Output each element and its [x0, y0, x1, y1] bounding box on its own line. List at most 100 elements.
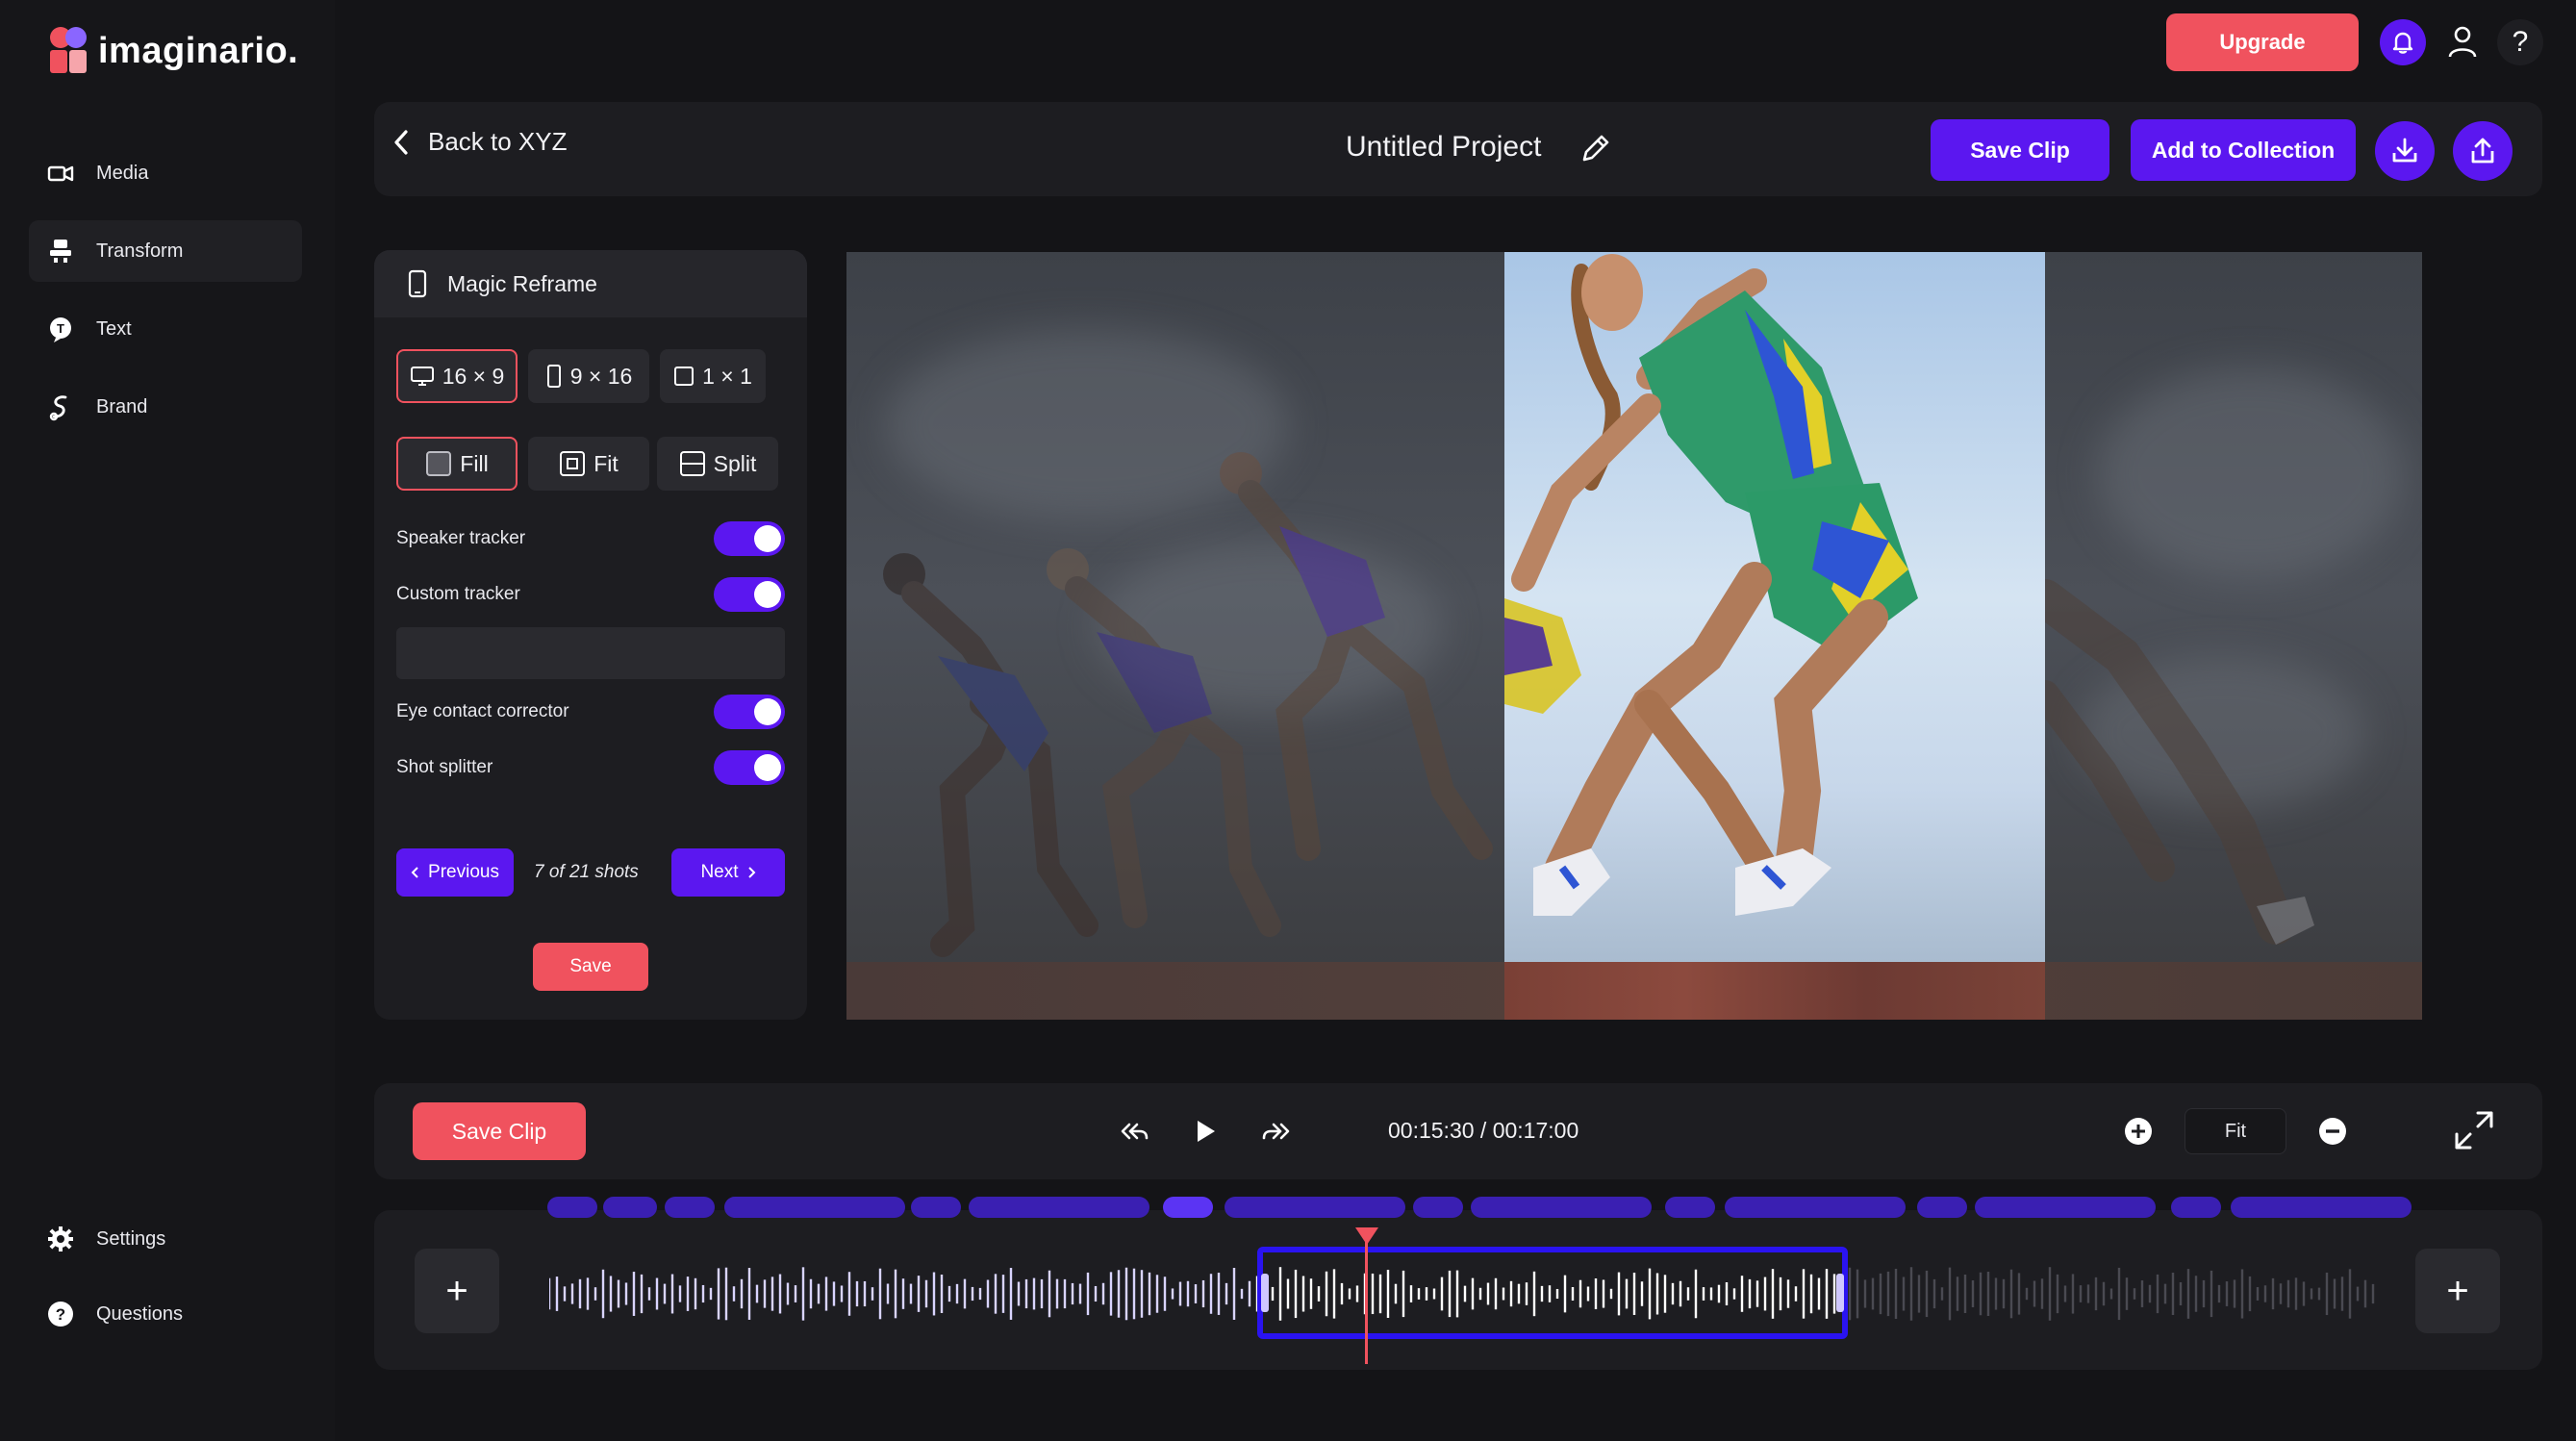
bell-icon	[2392, 32, 2413, 54]
mode-fill-option[interactable]: Fill	[396, 437, 518, 491]
download-icon	[2392, 138, 2417, 163]
chevron-left-icon	[411, 867, 418, 878]
previous-label: Previous	[428, 862, 499, 882]
shot-segment[interactable]	[1665, 1197, 1715, 1218]
eye-contact-row: Eye contact corrector	[396, 695, 785, 729]
logo[interactable]: imaginario.	[48, 25, 298, 77]
sidebar-item-media[interactable]: Media	[29, 142, 302, 204]
account-button[interactable]	[2443, 19, 2482, 65]
aspect-label: 16 × 9	[442, 363, 505, 389]
shot-splitter-toggle[interactable]	[714, 750, 785, 785]
forward-button[interactable]	[1257, 1112, 1296, 1150]
sidebar-item-questions[interactable]: ? Questions	[29, 1283, 302, 1345]
save-clip-secondary-button[interactable]: Save Clip	[413, 1102, 586, 1160]
help-button[interactable]: ?	[2497, 19, 2543, 65]
runners-image-left	[883, 452, 1493, 957]
eye-contact-toggle[interactable]	[714, 695, 785, 729]
aspect-9x16-option[interactable]: 9 × 16	[528, 349, 649, 403]
sidebar-item-label: Media	[96, 162, 149, 184]
custom-tracker-input[interactable]	[396, 627, 785, 679]
split-icon	[679, 451, 705, 476]
upgrade-button[interactable]: Upgrade	[2166, 13, 2359, 71]
shot-segment[interactable]	[724, 1197, 905, 1218]
expand-icon	[2455, 1111, 2493, 1150]
fullscreen-button[interactable]	[2448, 1104, 2500, 1156]
sidebar-item-settings[interactable]: Settings	[29, 1208, 302, 1270]
download-button[interactable]	[2375, 121, 2435, 181]
next-shot-button[interactable]: Next	[671, 848, 785, 897]
mode-split-option[interactable]: Split	[657, 437, 778, 491]
add-clip-start-button[interactable]: +	[415, 1249, 499, 1333]
toggle-label: Custom tracker	[396, 584, 520, 604]
fill-icon	[426, 451, 452, 476]
transform-icon	[50, 240, 71, 263]
custom-tracker-toggle[interactable]	[714, 577, 785, 612]
panel-header: Magic Reframe	[374, 250, 807, 317]
zoom-fit-button[interactable]: Fit	[2185, 1108, 2286, 1154]
aspect-1x1-option[interactable]: 1 × 1	[660, 349, 766, 403]
mode-fit-option[interactable]: Fit	[528, 437, 649, 491]
aspect-16x9-option[interactable]: 16 × 9	[396, 349, 518, 403]
shot-segment[interactable]	[665, 1197, 715, 1218]
previous-shot-button[interactable]: Previous	[396, 848, 514, 897]
shot-segment[interactable]	[2231, 1197, 2412, 1218]
sidebar-item-label: Text	[96, 317, 132, 340]
save-clip-button[interactable]: Save Clip	[1931, 119, 2109, 181]
shot-segment[interactable]	[911, 1197, 961, 1218]
shot-segment[interactable]	[547, 1197, 597, 1218]
sidebar-item-brand[interactable]: Brand	[29, 376, 302, 438]
runners-image-right	[2045, 579, 2314, 945]
svg-text:?: ?	[56, 1305, 65, 1324]
mode-label: Fit	[593, 450, 619, 476]
text-bubble-icon: T	[50, 317, 71, 342]
shot-segment[interactable]	[603, 1197, 657, 1218]
custom-tracker-row: Custom tracker	[396, 577, 785, 612]
back-link[interactable]: Back to XYZ	[391, 127, 568, 157]
add-clip-end-button[interactable]: +	[2415, 1249, 2500, 1333]
runner-image-focus	[1504, 254, 1918, 916]
share-button[interactable]	[2453, 121, 2513, 181]
edit-title-button[interactable]	[1577, 129, 1615, 172]
logo-text: imaginario.	[98, 30, 299, 71]
fit-icon	[560, 451, 586, 476]
selection-handle-right[interactable]	[1836, 1274, 1844, 1312]
chevron-right-icon	[747, 867, 755, 878]
shot-segment[interactable]	[1917, 1197, 1967, 1218]
play-button[interactable]	[1186, 1112, 1225, 1150]
help-icon: ?	[2512, 26, 2529, 58]
clip-selection[interactable]	[1257, 1247, 1848, 1339]
shot-segment[interactable]	[1975, 1197, 2156, 1218]
shot-segment[interactable]	[1413, 1197, 1463, 1218]
shot-segment[interactable]	[2171, 1197, 2221, 1218]
sidebar-item-label: Questions	[96, 1302, 184, 1325]
forward-icon	[1262, 1123, 1290, 1140]
next-label: Next	[700, 862, 739, 882]
shot-segment[interactable]	[969, 1197, 1149, 1218]
sidebar-item-text[interactable]: T Text	[29, 298, 302, 360]
notifications-button[interactable]	[2380, 19, 2426, 65]
sidebar-item-transform[interactable]: Transform	[29, 220, 302, 282]
user-icon	[2448, 26, 2477, 58]
video-camera-icon	[47, 165, 74, 182]
aspect-label: 1 × 1	[702, 363, 752, 389]
project-bar: Back to XYZ Untitled Project Save Clip A…	[374, 102, 2542, 196]
shot-segment[interactable]	[1471, 1197, 1652, 1218]
speaker-tracker-toggle[interactable]	[714, 521, 785, 556]
zoom-in-button[interactable]	[2119, 1112, 2158, 1150]
add-to-collection-button[interactable]: Add to Collection	[2131, 119, 2356, 181]
shot-segment[interactable]	[1163, 1197, 1213, 1218]
transport-bar: Save Clip 00:15:30 / 00:17:00 Fit	[374, 1083, 2542, 1179]
playhead[interactable]	[1365, 1231, 1368, 1364]
video-preview[interactable]	[846, 252, 2422, 1020]
selection-handle-left[interactable]	[1261, 1274, 1269, 1312]
panel-save-button[interactable]: Save	[533, 943, 648, 991]
rewind-button[interactable]	[1115, 1112, 1153, 1150]
toggle-label: Speaker tracker	[396, 528, 526, 548]
timecode: 00:15:30 / 00:17:00	[1388, 1118, 1579, 1143]
sidebar: imaginario. Media Transform T Text Brand	[0, 0, 335, 1441]
zoom-out-button[interactable]	[2313, 1112, 2352, 1150]
minus-circle-icon	[2319, 1118, 2346, 1145]
shot-segment[interactable]	[1225, 1197, 1405, 1218]
shot-segment[interactable]	[1725, 1197, 1906, 1218]
project-title[interactable]: Untitled Project	[1346, 131, 1541, 164]
